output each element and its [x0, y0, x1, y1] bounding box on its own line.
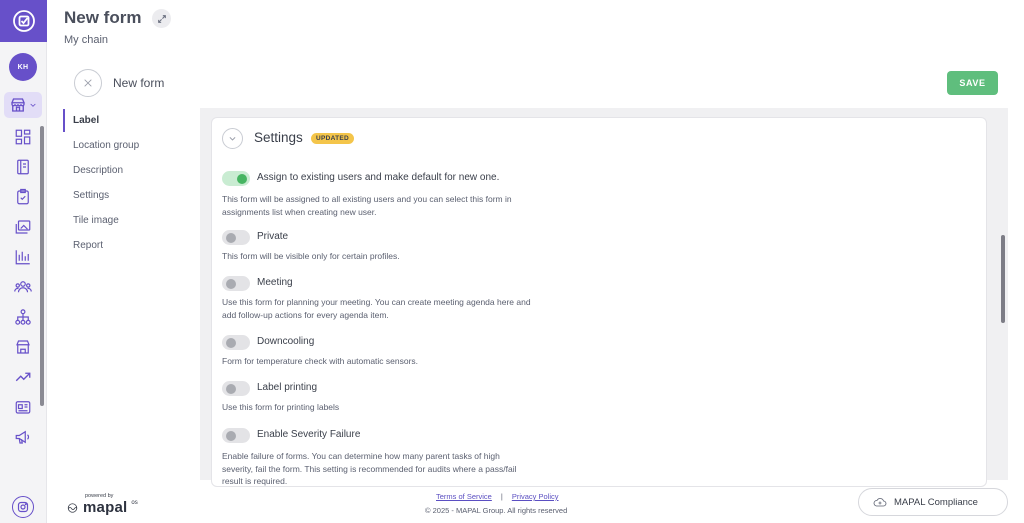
form-name: New form	[113, 76, 165, 90]
severity-failure-toggle[interactable]	[222, 428, 250, 443]
setting-description: Use this form for planning your meeting.…	[222, 297, 531, 320]
store-selector[interactable]	[4, 92, 42, 118]
library-nav[interactable]	[13, 157, 33, 177]
copyright-text: © 2025 - MAPAL Group. All rights reserve…	[425, 506, 568, 515]
megaphone-icon	[15, 430, 30, 444]
setting-label: Enable Severity Failure	[257, 429, 361, 440]
news-nav[interactable]	[13, 397, 33, 417]
announcements-nav[interactable]	[13, 427, 33, 447]
footer-links: Terms of Service | Privacy Policy	[436, 492, 559, 501]
section-nav-report[interactable]: Report	[63, 233, 199, 258]
expand-button[interactable]	[152, 9, 171, 28]
wave-icon	[67, 502, 78, 513]
page-title: New form	[64, 8, 142, 27]
user-avatar[interactable]: KH	[9, 53, 37, 81]
hierarchy-icon	[15, 309, 31, 325]
news-icon	[15, 401, 31, 414]
privacy-link[interactable]: Privacy Policy	[512, 492, 559, 501]
left-rail: KH	[0, 0, 47, 523]
label-printing-toggle[interactable]	[222, 381, 250, 396]
social-link[interactable]	[12, 496, 34, 518]
chevron-down-icon	[30, 103, 36, 107]
collapse-chevron-icon	[229, 137, 236, 141]
instagram-icon	[17, 501, 29, 513]
link-separator: |	[500, 492, 503, 501]
hierarchy-nav[interactable]	[13, 307, 33, 327]
settings-title: Settings	[254, 130, 303, 145]
downcooling-toggle[interactable]	[222, 335, 250, 350]
setting-label: Label printing	[257, 382, 318, 393]
app-logo-icon	[12, 10, 35, 32]
section-nav-description[interactable]: Description	[63, 158, 199, 183]
settings-card: Settings UPDATED Assign to existing user…	[211, 117, 987, 487]
content-scrollbar[interactable]	[1001, 235, 1005, 323]
setting-description: Use this form for printing labels	[222, 402, 340, 412]
setting-description: This form will be visible only for certa…	[222, 251, 400, 261]
shop-nav[interactable]	[13, 337, 33, 357]
reports-nav[interactable]	[13, 247, 33, 267]
store-icon	[11, 98, 25, 112]
setting-label: Meeting	[257, 277, 293, 288]
gallery-nav[interactable]	[13, 217, 33, 237]
setting-description: Enable failure of forms. You can determi…	[222, 451, 517, 486]
section-nav-location-group[interactable]: Location group	[63, 133, 199, 158]
save-button[interactable]: SAVE	[947, 71, 998, 95]
brand-suffix: os	[131, 499, 138, 506]
meeting-toggle[interactable]	[222, 276, 250, 291]
app-logo[interactable]	[0, 0, 47, 42]
chart-icon	[15, 250, 30, 265]
section-nav-label[interactable]: Label	[63, 108, 199, 133]
compliance-button[interactable]: MAPAL Compliance	[858, 488, 1008, 516]
checklist-icon	[17, 188, 29, 205]
collapse-settings-button[interactable]	[222, 128, 243, 149]
people-icon	[14, 281, 32, 293]
setting-label: Private	[257, 231, 289, 242]
gallery-icon	[15, 220, 31, 234]
mapal-logo: mapal os	[66, 500, 138, 515]
people-nav[interactable]	[13, 277, 33, 297]
setting-label: Downcooling	[257, 336, 315, 347]
assign-default-toggle[interactable]	[222, 171, 250, 186]
dashboard-nav[interactable]	[13, 127, 33, 147]
form-section-nav: Label Location group Description Setting…	[63, 108, 199, 258]
page-subtitle: My chain	[64, 34, 109, 46]
terms-link[interactable]: Terms of Service	[436, 492, 492, 501]
setting-description: This form will be assigned to all existi…	[222, 194, 512, 217]
setting-description: Form for temperature check with automati…	[222, 356, 419, 366]
trends-nav[interactable]	[13, 367, 33, 387]
book-icon	[17, 159, 29, 175]
expand-icon	[157, 14, 166, 23]
cloud-icon	[873, 498, 887, 507]
compliance-label: MAPAL Compliance	[894, 496, 978, 508]
trend-icon	[15, 372, 31, 382]
brand-name: mapal	[83, 499, 128, 516]
section-nav-tile-image[interactable]: Tile image	[63, 208, 199, 233]
close-icon	[84, 79, 92, 87]
updated-badge: UPDATED	[311, 133, 355, 144]
private-toggle[interactable]	[222, 230, 250, 245]
section-nav-settings[interactable]: Settings	[63, 183, 199, 208]
setting-label: Assign to existing users and make defaul…	[257, 172, 500, 183]
shop-icon	[16, 340, 30, 354]
forms-nav[interactable]	[13, 187, 33, 207]
rail-scrollbar[interactable]	[40, 126, 44, 406]
close-form-button[interactable]	[74, 69, 102, 97]
dashboard-icon	[15, 129, 31, 145]
